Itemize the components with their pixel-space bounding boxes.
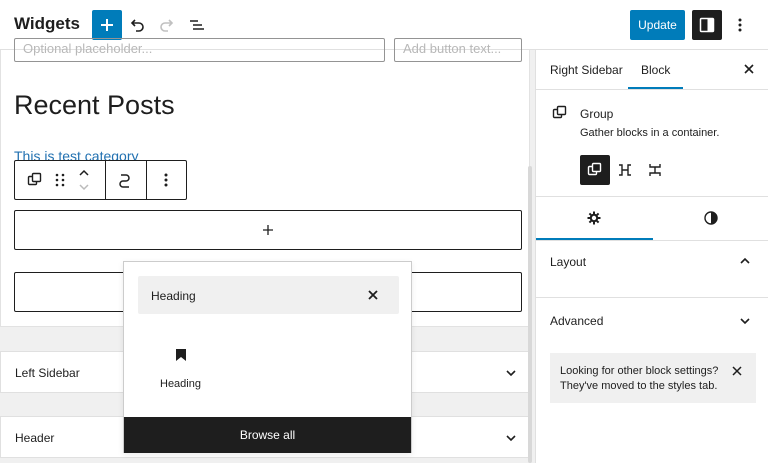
tab-settings[interactable] — [536, 196, 653, 240]
block-search-value: Heading — [151, 289, 196, 303]
canvas-scrollbar[interactable] — [528, 166, 532, 463]
widget-area-label: Header — [15, 431, 55, 445]
link-button[interactable] — [111, 166, 139, 194]
block-description: Gather blocks in a container. — [580, 127, 720, 139]
tab-block[interactable]: Block — [641, 63, 670, 77]
update-button[interactable]: Update — [630, 10, 685, 40]
link-icon — [119, 174, 130, 188]
block-search-input[interactable]: Heading — [138, 276, 399, 314]
tab-styles[interactable] — [653, 196, 768, 240]
sidebar-toggle-icon — [699, 17, 715, 33]
panel-layout[interactable]: Layout — [536, 241, 768, 297]
block-heading[interactable]: Recent Posts — [14, 90, 175, 121]
redo-icon — [160, 19, 174, 32]
drag-handle[interactable] — [55, 173, 65, 187]
contrast-icon-wrap — [704, 211, 718, 225]
divider — [536, 89, 768, 90]
gear-icon — [587, 211, 601, 225]
block-card-icon — [552, 105, 568, 121]
expand-area-button[interactable] — [504, 431, 518, 445]
drag-handle-icon — [55, 173, 65, 187]
panel-advanced[interactable]: Advanced — [536, 298, 768, 343]
bookmark-icon — [176, 349, 186, 361]
panel-title: Advanced — [550, 314, 604, 328]
block-result-label: Heading — [160, 378, 201, 390]
placeholder-field[interactable]: Optional placeholder... — [14, 38, 385, 62]
collapse-panel-button[interactable] — [738, 254, 752, 268]
block-type-button[interactable] — [21, 166, 49, 194]
plus-icon — [263, 225, 273, 235]
page-title: Widgets — [14, 14, 80, 33]
more-vertical-icon — [738, 18, 742, 32]
row-icon — [619, 164, 631, 176]
notice-box: Looking for other block settings? They'v… — [550, 353, 756, 403]
block-name: Group — [580, 107, 614, 121]
variation-stack-button[interactable] — [640, 155, 670, 185]
tab-right-sidebar[interactable]: Right Sidebar — [550, 63, 623, 77]
move-down-button[interactable] — [77, 181, 91, 193]
list-view-button[interactable] — [183, 11, 211, 39]
toolbar-divider — [146, 161, 147, 199]
browse-all-button[interactable]: Browse all — [124, 417, 411, 453]
chevron-up-icon — [740, 257, 750, 264]
bookmark-icon-wrap — [175, 348, 187, 362]
panel-title: Layout — [550, 255, 587, 269]
group-icon — [587, 162, 602, 176]
quick-inserter-popover: Heading Heading Browse all — [123, 261, 412, 453]
stack-icon — [649, 164, 661, 176]
move-up-button[interactable] — [77, 167, 91, 179]
close-icon — [368, 290, 378, 300]
undo-button[interactable] — [123, 11, 151, 39]
group-icon — [27, 172, 42, 186]
chevron-down-icon — [506, 435, 516, 442]
block-appender-button[interactable] — [14, 210, 522, 250]
chevron-down-icon — [740, 318, 750, 325]
block-toolbar — [14, 160, 187, 200]
options-menu-button[interactable] — [726, 11, 754, 39]
plus-icon — [101, 19, 113, 31]
dismiss-notice-button[interactable] — [731, 365, 743, 377]
undo-icon — [130, 19, 144, 32]
toolbar-divider — [105, 161, 106, 199]
variation-group-button[interactable] — [580, 155, 610, 185]
variation-row-button[interactable] — [610, 155, 640, 185]
notice-text: Looking for other block settings? They'v… — [560, 365, 719, 392]
move-up-icon — [79, 169, 89, 176]
block-result-heading[interactable]: Heading — [146, 336, 216, 396]
close-icon — [732, 366, 742, 376]
group-icon — [552, 105, 567, 119]
settings-sidebar: Right Sidebar Block Group Gather blocks … — [535, 50, 768, 463]
redo-button[interactable] — [153, 11, 181, 39]
move-down-icon — [79, 184, 89, 191]
expand-area-button[interactable] — [504, 366, 518, 380]
button-text-field[interactable]: Add button text... — [394, 38, 522, 62]
chevron-down-icon — [506, 370, 516, 377]
list-view-icon — [190, 20, 204, 30]
gear-icon-wrap — [587, 211, 601, 225]
contrast-icon — [704, 211, 718, 225]
close-sidebar-button[interactable] — [743, 63, 755, 75]
more-vertical-icon — [164, 173, 168, 187]
block-options-button[interactable] — [152, 166, 180, 194]
expand-panel-button[interactable] — [738, 314, 752, 328]
close-icon — [744, 64, 754, 74]
widget-area-label: Left Sidebar — [15, 366, 80, 380]
add-block-button[interactable] — [92, 10, 122, 40]
clear-search-button[interactable] — [366, 288, 380, 302]
settings-toggle-button[interactable] — [692, 10, 722, 40]
